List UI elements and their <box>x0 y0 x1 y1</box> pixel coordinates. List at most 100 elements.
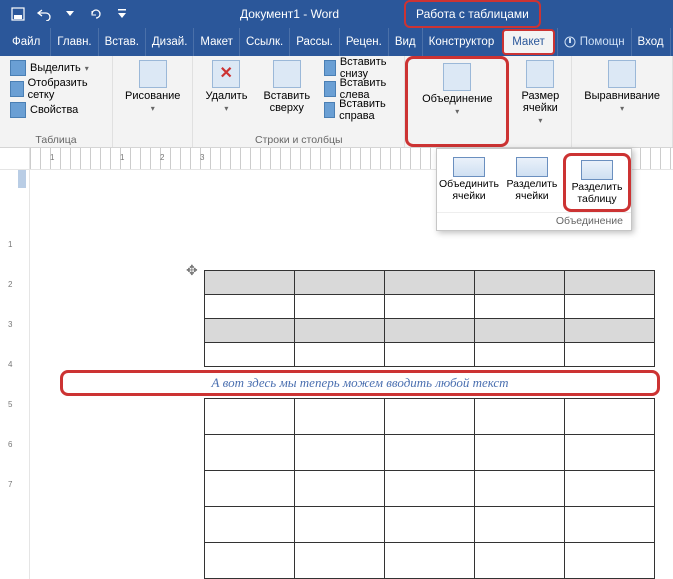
table-move-handle-icon[interactable]: ✥ <box>186 262 198 279</box>
cell-size-icon <box>526 60 554 88</box>
alignment-icon <box>608 60 636 88</box>
select-label: Выделить <box>30 62 81 74</box>
document-title: Документ1 - Word <box>240 7 339 21</box>
split-cells-label: Разделить ячейки <box>507 179 558 202</box>
tab-references[interactable]: Ссылк. <box>239 28 289 56</box>
insert-left-button[interactable]: Вставить слева <box>320 79 398 99</box>
split-cells-button[interactable]: Разделить ячейки <box>501 153 563 212</box>
merge-dropdown-panel: Объединить ячейки Разделить ячейки Разде… <box>436 148 632 231</box>
tab-view[interactable]: Вид <box>388 28 422 56</box>
merge-label: Объединение <box>422 93 492 105</box>
group-rows-cols: ✕ Удалить ▾ Вставить сверху Вставить сниз… <box>193 56 405 147</box>
table-tools-context-tab[interactable]: Работа с таблицами <box>404 0 541 28</box>
split-table-label: Разделить таблицу <box>572 182 623 205</box>
title-bar: Документ1 - Word Работа с таблицами <box>0 0 673 28</box>
align-label: Выравнивание <box>584 90 660 102</box>
group-cellsize-label <box>515 134 565 147</box>
ribbon: Выделить ▾ Отобразить сетку Свойства Табл… <box>0 56 673 148</box>
group-align: Выравнивание ▾ <box>572 56 673 147</box>
ruler-tick: 1 <box>50 153 54 162</box>
tab-insert[interactable]: Встав. <box>98 28 145 56</box>
vertical-ruler[interactable]: 1 2 3 4 5 6 7 <box>0 170 30 579</box>
select-button[interactable]: Выделить ▾ <box>6 58 106 78</box>
group-table-label: Таблица <box>6 134 106 147</box>
split-table-button[interactable]: Разделить таблицу <box>563 153 631 212</box>
document-table-2[interactable] <box>204 398 655 579</box>
ruler-tick: 2 <box>160 153 164 162</box>
ruler-corner <box>0 148 30 170</box>
chevron-down-icon: ▾ <box>85 64 89 73</box>
delete-label: Удалить <box>205 90 247 102</box>
tab-design[interactable]: Дизай. <box>145 28 194 56</box>
alignment-button[interactable]: Выравнивание ▾ <box>578 58 666 116</box>
tab-home[interactable]: Главн. <box>50 28 97 56</box>
ruler-tick: 6 <box>8 440 12 449</box>
ruler-tick: 7 <box>8 480 12 489</box>
grid-icon <box>10 81 24 97</box>
draw-button[interactable]: Рисование ▾ <box>119 58 186 116</box>
pencil-icon <box>139 60 167 88</box>
sign-in[interactable]: Вход <box>631 28 670 56</box>
group-draw: Рисование ▾ <box>113 56 193 147</box>
chevron-down-icon: ▾ <box>620 104 624 113</box>
tab-mailings[interactable]: Рассы. <box>289 28 339 56</box>
share-icon[interactable] <box>670 28 673 56</box>
chevron-down-icon: ▾ <box>455 107 459 116</box>
tab-constructor[interactable]: Конструктор <box>422 28 501 56</box>
merge-icon <box>443 63 471 91</box>
tab-review[interactable]: Рецен. <box>339 28 388 56</box>
tab-table-layout[interactable]: Макет <box>502 29 555 55</box>
properties-button[interactable]: Свойства <box>6 100 106 120</box>
insert-right-icon <box>324 102 335 118</box>
show-gridlines-button[interactable]: Отобразить сетку <box>6 79 106 99</box>
ruler-tick: 3 <box>8 320 12 329</box>
undo-dropdown-icon[interactable] <box>60 4 80 24</box>
dropdown-footer: Объединение <box>437 212 631 230</box>
ruler-tick: 4 <box>8 360 12 369</box>
cell-size-button[interactable]: Размер ячейки ▾ <box>515 58 565 128</box>
insert-above-button[interactable]: Вставить сверху <box>257 58 316 116</box>
insert-above-label: Вставить сверху <box>263 90 310 114</box>
insert-below-button[interactable]: Вставить снизу <box>320 58 398 78</box>
redo-icon[interactable] <box>86 4 106 24</box>
group-merge-label <box>416 129 498 142</box>
insert-left-icon <box>324 81 336 97</box>
save-icon[interactable] <box>8 4 28 24</box>
show-grid-label: Отобразить сетку <box>28 77 102 101</box>
chevron-down-icon: ▾ <box>151 104 155 113</box>
group-table: Выделить ▾ Отобразить сетку Свойства Табл… <box>0 56 113 147</box>
split-cells-icon <box>516 157 548 177</box>
ruler-tick: 3 <box>200 153 204 162</box>
tab-file[interactable]: Файл <box>4 28 50 56</box>
ruler-margin-indicator <box>18 170 26 188</box>
group-rowscols-label: Строки и столбцы <box>199 134 398 147</box>
qat-customize-icon[interactable] <box>112 4 132 24</box>
merge-dropdown-button[interactable]: Объединение ▾ <box>416 61 498 119</box>
cellsize-label: Размер ячейки <box>521 90 559 114</box>
document-table-1[interactable] <box>204 270 655 367</box>
merge-cells-button[interactable]: Объединить ячейки <box>437 153 501 212</box>
ruler-tick: 2 <box>8 280 12 289</box>
insert-right-label: Вставить справа <box>339 98 394 122</box>
ruler-tick: 1 <box>8 240 12 249</box>
undo-icon[interactable] <box>34 4 54 24</box>
delete-button[interactable]: ✕ Удалить ▾ <box>199 58 253 116</box>
insert-above-icon <box>273 60 301 88</box>
properties-icon <box>10 102 26 118</box>
cursor-icon <box>10 60 26 76</box>
group-align-label <box>578 134 666 147</box>
delete-icon: ✕ <box>212 60 240 88</box>
tell-me[interactable]: Помощн <box>557 28 631 56</box>
draw-label: Рисование <box>125 90 180 102</box>
properties-label: Свойства <box>30 104 78 116</box>
group-cellsize: Размер ячейки ▾ <box>509 56 572 147</box>
chevron-down-icon: ▾ <box>538 116 542 125</box>
merge-cells-label: Объединить ячейки <box>439 179 499 202</box>
ruler-tick: 1 <box>120 153 124 162</box>
tab-layout[interactable]: Макет <box>193 28 239 56</box>
insert-right-button[interactable]: Вставить справа <box>320 100 398 120</box>
quick-access-toolbar <box>0 4 140 24</box>
chevron-down-icon: ▾ <box>224 104 228 113</box>
ruler-tick: 5 <box>8 400 12 409</box>
group-draw-label <box>119 134 186 147</box>
